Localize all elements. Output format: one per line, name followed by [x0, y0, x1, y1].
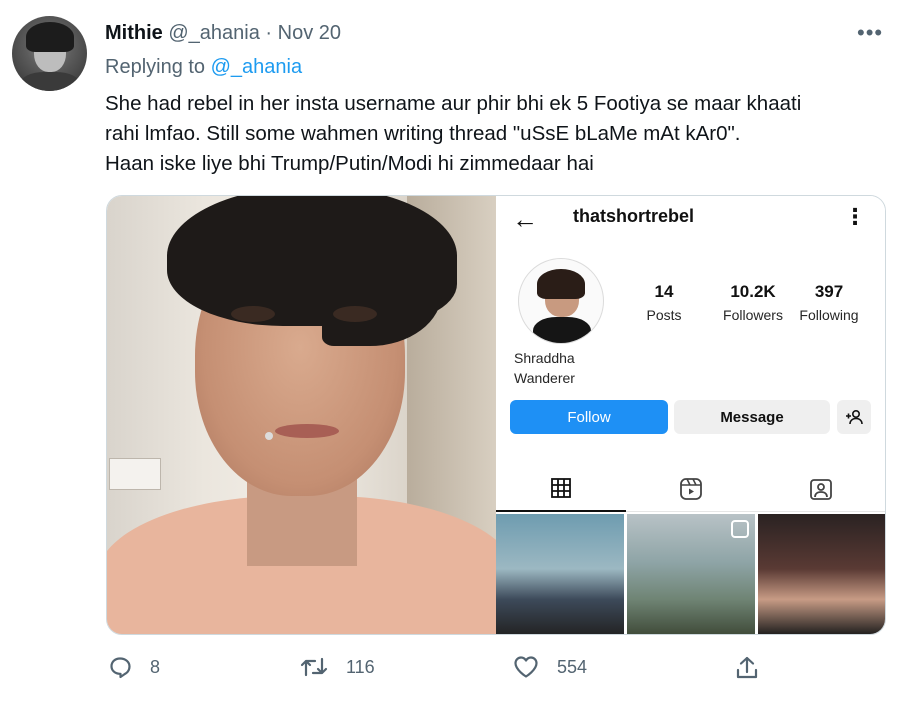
ig-tabs — [496, 466, 885, 512]
reels-icon — [626, 466, 756, 512]
ig-message-button: Message — [674, 400, 830, 434]
reel-badge-icon — [731, 520, 749, 538]
ig-stat-followers: 10.2K Followers — [708, 282, 798, 323]
author-avatar[interactable] — [12, 16, 87, 91]
ig-stat-label: Followers — [723, 307, 783, 323]
ig-post-thumbnail — [758, 514, 885, 634]
reply-button[interactable]: 8 — [108, 655, 160, 679]
ig-avatar — [518, 258, 604, 344]
ig-post-thumbnail — [627, 514, 755, 634]
like-count: 554 — [557, 656, 588, 677]
ig-username: thatshortrebel — [573, 206, 695, 226]
instagram-profile-screenshot: ← thatshortrebel ⋮ 14 Posts 10.2K Follow… — [496, 196, 885, 634]
tweet-text-line: Haan iske liye bhi Trump/Putin/Modi hi z… — [105, 152, 594, 175]
author-name[interactable]: Mithie — [105, 22, 163, 44]
ig-stat-value: 10.2K — [730, 282, 776, 301]
ig-bio-text: Wanderer — [514, 370, 575, 386]
tagged-icon — [756, 466, 885, 512]
grid-icon — [496, 466, 626, 512]
tweet-text-line: She had rebel in her insta username aur … — [105, 92, 802, 115]
tweet-header: Mithie @_ahania · Nov 20 — [105, 20, 341, 46]
more-vertical-icon: ⋮ — [844, 204, 866, 229]
add-user-icon — [837, 400, 871, 434]
share-button[interactable] — [735, 655, 759, 681]
tweet-text-line: rahi lmfao. Still some wahmen writing th… — [105, 122, 741, 145]
header-separator: · — [265, 22, 273, 44]
retweet-icon — [300, 657, 328, 677]
ig-post-thumbnail — [496, 514, 624, 634]
share-icon — [736, 656, 758, 679]
retweet-button[interactable]: 116 — [300, 655, 375, 679]
reply-count: 8 — [150, 656, 161, 677]
ig-post-grid — [496, 514, 885, 634]
tweet-actions: 8 116 554 — [0, 655, 915, 691]
tweet-date[interactable]: Nov 20 — [278, 22, 341, 44]
light-switch — [109, 458, 161, 490]
heart-icon — [514, 656, 538, 678]
ig-stat-value: 14 — [654, 282, 674, 301]
like-button[interactable]: 554 — [513, 655, 587, 679]
ig-bio: Shraddha Wanderer — [514, 348, 575, 388]
ig-stat-posts: 14 Posts — [632, 282, 696, 323]
ig-stat-value: 397 — [814, 282, 844, 301]
ig-bio-name: Shraddha — [514, 350, 575, 366]
tweet-text: She had rebel in her insta username aur … — [105, 89, 895, 179]
selfie-photo — [107, 196, 496, 634]
more-horizontal-icon[interactable]: ••• — [857, 20, 883, 46]
ig-follow-button: Follow — [510, 400, 668, 434]
replying-handle-link[interactable]: @_ahania — [211, 56, 302, 78]
back-arrow-icon: ← — [512, 204, 538, 234]
tweet-media-image[interactable]: ← thatshortrebel ⋮ 14 Posts 10.2K Follow… — [106, 195, 886, 635]
ig-stat-label: Following — [799, 307, 859, 323]
replying-to: Replying to @_ahania — [105, 56, 302, 79]
ig-stat-following: 397 Following — [794, 282, 864, 323]
ig-stat-label: Posts — [646, 307, 682, 323]
replying-prefix: Replying to — [105, 56, 206, 78]
retweet-count: 116 — [346, 656, 375, 677]
reply-icon — [110, 657, 131, 679]
author-handle[interactable]: @_ahania — [168, 22, 259, 44]
